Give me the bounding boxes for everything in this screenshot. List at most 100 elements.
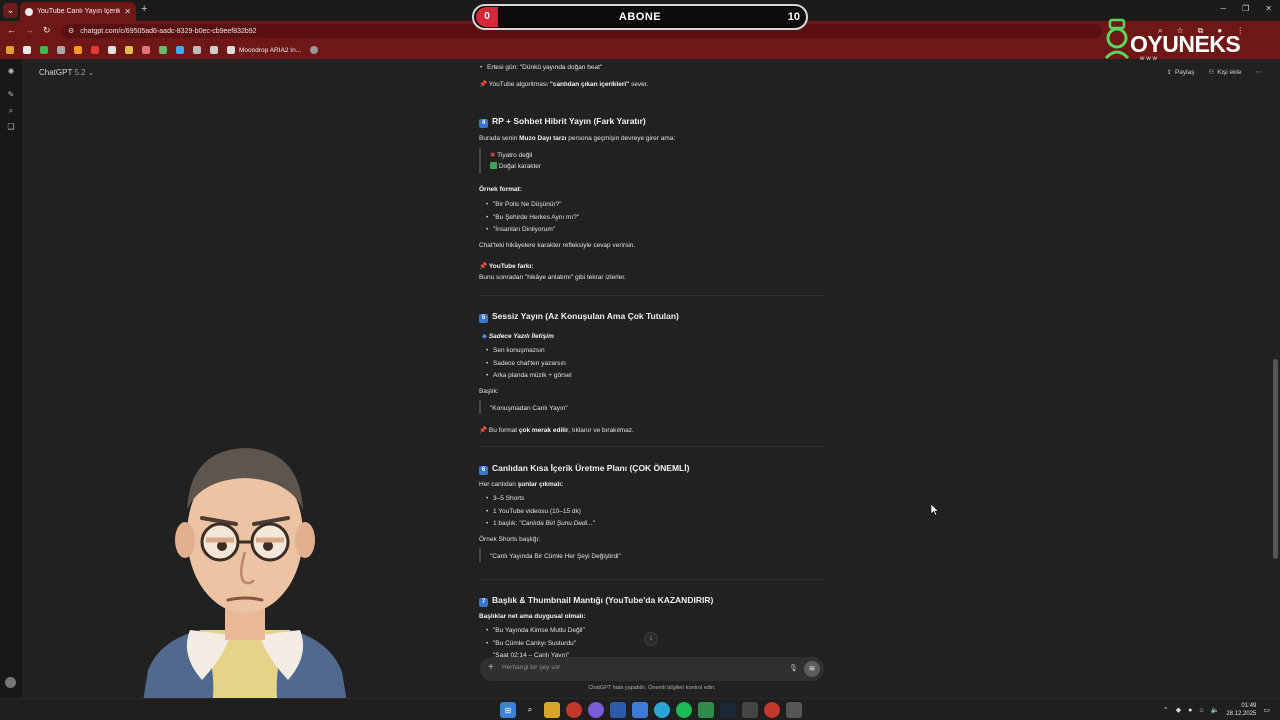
bookmark-person-icon[interactable] [310, 46, 319, 54]
site-info-icon[interactable]: ⚙ [68, 27, 74, 35]
paragraph: 📌 Bu format çok merak edilir, tıklanır v… [479, 426, 634, 434]
chevron-down-icon: ⌄ [87, 68, 95, 77]
start-icon[interactable]: ⊞ [500, 702, 516, 718]
tray-app-icon[interactable]: ● [1188, 707, 1192, 714]
back-icon[interactable]: ← [7, 25, 16, 35]
youtube-icon[interactable] [91, 46, 99, 54]
taskbar-apps: ⊞ ⌕ [500, 702, 802, 718]
tab-close-icon[interactable]: ✕ [124, 7, 131, 16]
maximize-icon[interactable]: ❐ [1242, 4, 1249, 13]
section-heading: 4 RP + Sohbet Hibrit Yayın (Fark Yaratır) [479, 116, 646, 128]
number-badge-icon: 7 [479, 598, 488, 607]
bookmark-icon[interactable] [193, 46, 201, 54]
logo-subtext: www [1140, 56, 1159, 62]
scroll-down-button[interactable]: ↓ [644, 632, 658, 646]
add-person-button[interactable]: ⚇ Kişi ekle [1208, 68, 1242, 77]
microphone-icon[interactable]: 🎙 [789, 664, 798, 672]
bookmark-icon[interactable] [159, 46, 167, 54]
app-icon[interactable] [786, 702, 802, 718]
forward-icon[interactable]: → [25, 25, 34, 35]
apps-icon[interactable] [6, 46, 14, 54]
pin-icon: 📌 [479, 263, 488, 270]
bookmark-icon[interactable] [57, 46, 65, 54]
more-options-icon[interactable]: ⋯ [1256, 68, 1263, 76]
text-bold: Örnek format: [479, 186, 522, 193]
paragraph: Her canlıdan şunlar çıkmalı: [479, 481, 563, 488]
header-actions: ⇪ Paylaş ⚇ Kişi ekle ⋯ [1166, 68, 1263, 77]
list-item: Arka planda müzik + görsel [486, 372, 572, 379]
browser-tab[interactable]: YouTube Canlı Yayın İçerikleri ✕ [20, 2, 136, 21]
gmail-icon[interactable] [23, 46, 31, 54]
divider [479, 446, 825, 447]
paragraph: Başlık: [479, 388, 499, 395]
tab-search-icon[interactable]: ⌄ [3, 3, 18, 18]
bookmark-icon[interactable] [74, 46, 82, 54]
app-icon[interactable] [588, 702, 604, 718]
openai-logo-icon[interactable]: ✺ [7, 68, 15, 76]
text-bold: "canlıdan çıkan içerikleri" [549, 81, 630, 88]
new-tab-icon[interactable]: + [141, 3, 147, 15]
composer[interactable]: + Herhangi bir şey sor 🎙 ≋ [480, 657, 824, 681]
share-button[interactable]: ⇪ Paylaş [1166, 68, 1194, 77]
bookmark-icon[interactable] [142, 46, 150, 54]
app-icon[interactable] [610, 702, 626, 718]
app-icon[interactable] [698, 702, 714, 718]
kick-icon[interactable] [40, 46, 48, 54]
text-bold: Muzo Dayı tarzı [519, 135, 567, 142]
model-version: 5.2 [74, 68, 86, 77]
minimize-icon[interactable]: ─ [1220, 4, 1226, 13]
clock-date: 28.12.2025 [1226, 711, 1257, 717]
text: persona geçmişin devreye girer ama: [566, 135, 676, 142]
spotify-icon[interactable] [676, 702, 692, 718]
screen: ⌄ YouTube Canlı Yayın İçerikleri ✕ + ─ ❐… [0, 0, 1280, 720]
file-explorer-icon[interactable] [544, 702, 560, 718]
tray-app-icon[interactable]: ◆ [1176, 706, 1181, 714]
tray-chevron-icon[interactable]: ⌃ [1163, 706, 1169, 714]
app-icon[interactable] [742, 702, 758, 718]
browser-icon[interactable] [764, 702, 780, 718]
folder-icon[interactable] [125, 46, 133, 54]
add-person-label: Kişi ekle [1217, 68, 1242, 76]
blockquote-bar [479, 548, 481, 562]
heading-text: Sessiz Yayın (Az Konuşulan Ama Çok Tutul… [492, 311, 679, 321]
attach-plus-icon[interactable]: + [488, 662, 494, 673]
search-icon[interactable]: ⌕ [7, 107, 15, 115]
bookmark-moondrop[interactable]: Moondrop ARIA2 In... [239, 47, 301, 54]
new-chat-icon[interactable]: ✎ [7, 91, 15, 99]
text: Her canlıdan [479, 481, 518, 488]
clock[interactable]: 01:49 28.12.2025 [1226, 702, 1256, 718]
text-bold: Başlıklar net ama duygusal olmalı: [479, 613, 586, 620]
moondrop-icon[interactable] [227, 46, 235, 54]
library-icon[interactable]: ❑ [7, 123, 15, 131]
scrollbar[interactable] [1273, 359, 1278, 559]
close-window-icon[interactable]: ✕ [1265, 4, 1272, 13]
notification-icon[interactable]: ▭ [1263, 706, 1270, 714]
add-person-icon: ⚇ [1208, 69, 1215, 76]
chrome-icon[interactable] [566, 702, 582, 718]
bookmark-icon[interactable] [210, 46, 218, 54]
list-item: 1 başlık: "Canlıda Biri Şunu Dedi..." [486, 520, 595, 527]
reload-icon[interactable]: ↻ [43, 25, 51, 36]
pin-icon: 📌 [479, 427, 488, 434]
arrow-down-icon: ↓ [649, 635, 653, 642]
list-item: "Bu Yayında Kimse Mutlu Değil" [486, 627, 585, 634]
user-avatar[interactable] [5, 677, 16, 688]
telegram-icon[interactable] [654, 702, 670, 718]
network-icon[interactable]: ⌂ [1199, 707, 1203, 714]
list-item: "Bu Cümle Canlıyı Susturdu" [486, 640, 576, 647]
steam-icon[interactable] [720, 702, 736, 718]
x-icon[interactable] [108, 46, 116, 54]
model-selector[interactable]: ChatGPT 5.2 ⌄ [39, 68, 95, 77]
paragraph: 📌 YouTube algoritması "canlıdan çıkan iç… [479, 80, 648, 88]
search-icon[interactable]: ⌕ [522, 702, 538, 718]
paragraph: Başlıklar net ama duygusal olmalı: [479, 613, 586, 620]
robot-mascot-icon [1104, 18, 1130, 60]
heading-text: Canlıdan Kısa İçerik Üretme Planı (ÇOK Ö… [492, 463, 690, 473]
composer-placeholder[interactable]: Herhangi bir şey sor [502, 664, 560, 671]
bookmark-icon[interactable] [176, 46, 184, 54]
text: Burada senin [479, 135, 520, 142]
app-icon[interactable] [632, 702, 648, 718]
voice-mode-button[interactable]: ≋ [804, 661, 820, 677]
volume-icon[interactable]: 🔈 [1211, 706, 1220, 714]
sidebar-rail: ✺ ✎ ⌕ ❑ [0, 59, 22, 698]
